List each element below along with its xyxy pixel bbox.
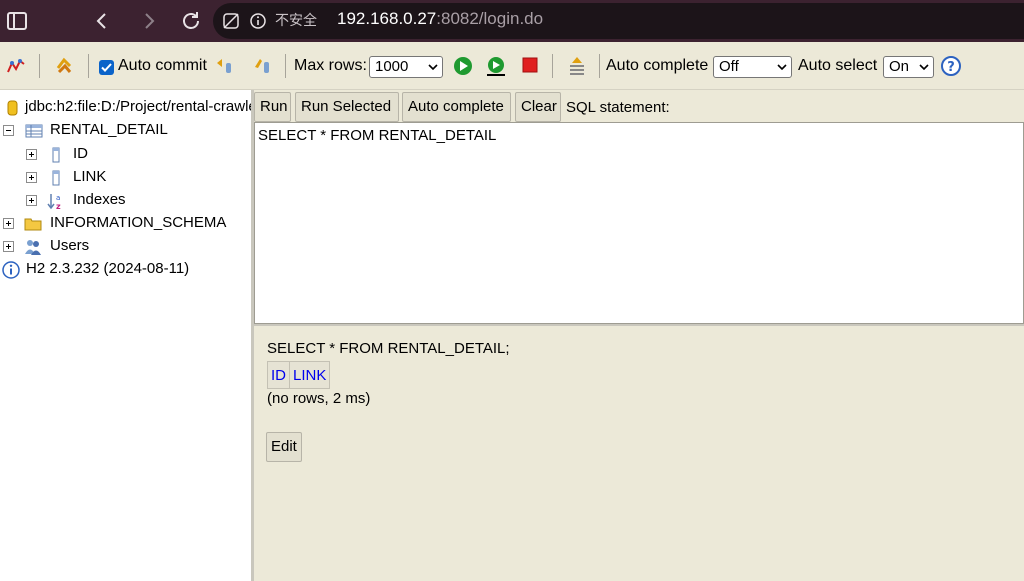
svg-text:?: ? [947, 60, 955, 75]
table-name: RENTAL_DETAIL [50, 121, 168, 138]
auto-commit-checkbox[interactable] [99, 60, 114, 75]
auto-select-label: Auto select [798, 57, 878, 74]
h2-toolbar: Auto commit Max rows: 1000 Auto complete… [0, 42, 1024, 90]
auto-complete-label: Auto complete [606, 57, 709, 74]
execute-selected-icon[interactable] [485, 55, 507, 77]
max-rows-select[interactable]: 1000 [369, 56, 443, 78]
folder-icon [24, 215, 42, 233]
browser-chrome: 不安全 192.168.0.27:8082/login.do [0, 0, 1024, 42]
table-icon [25, 122, 43, 140]
checkmark-icon [101, 63, 112, 72]
max-rows-value: 1000 [375, 58, 409, 75]
address-bar[interactable] [213, 3, 1024, 39]
url-host: 192.168.0.27 [337, 9, 437, 28]
tree-information-schema[interactable]: INFORMATION_SCHEMA [0, 212, 252, 234]
not-secure-icon[interactable] [222, 12, 240, 30]
svg-text:z: z [56, 202, 61, 210]
users-label: Users [50, 237, 90, 254]
tree-indexes[interactable]: az Indexes [0, 189, 252, 211]
users-icon [24, 238, 42, 256]
disconnect-icon[interactable] [5, 55, 27, 77]
url-text[interactable]: 192.168.0.27:8082/login.do [337, 9, 543, 29]
toolbar-separator [552, 54, 553, 78]
result-column-link[interactable]: LINK [288, 361, 331, 389]
tree-table-rental-detail[interactable]: RENTAL_DETAIL [0, 119, 252, 141]
sidebar-toggle-icon[interactable] [5, 9, 29, 33]
run-button[interactable]: Run [254, 92, 291, 122]
expand-icon[interactable] [3, 218, 14, 229]
expand-icon[interactable] [26, 149, 37, 160]
tree-column-link[interactable]: LINK [0, 166, 252, 188]
auto-complete-value: Off [719, 58, 739, 75]
tree-version: H2 2.3.232 (2024-08-11) [0, 258, 252, 280]
expand-icon[interactable] [26, 195, 37, 206]
column-icon [47, 146, 65, 164]
forward-icon[interactable] [137, 9, 161, 33]
collapse-icon[interactable] [3, 125, 14, 136]
result-column-id[interactable]: ID [267, 361, 290, 389]
edit-button[interactable]: Edit [266, 432, 302, 462]
tree-connection[interactable]: jdbc:h2:file:D:/Project/rental-crawler [0, 96, 252, 118]
database-icon [3, 99, 21, 117]
toolbar-separator [285, 54, 286, 78]
schema-name: INFORMATION_SCHEMA [50, 214, 227, 231]
help-icon[interactable]: ? [940, 55, 962, 77]
result-panel: SELECT * FROM RENTAL_DETAIL; ID LINK (no… [254, 326, 1024, 581]
chevron-down-icon [919, 64, 929, 71]
tree-column-id[interactable]: ID [0, 143, 252, 165]
tree-users[interactable]: Users [0, 235, 252, 257]
history-icon[interactable] [566, 55, 588, 77]
sql-statement-label: SQL statement: [566, 99, 670, 116]
auto-select-select[interactable]: On [883, 56, 934, 78]
column-icon [47, 169, 65, 187]
column-name: ID [73, 145, 88, 162]
commit-icon[interactable] [252, 55, 274, 77]
toolbar-separator [39, 54, 40, 78]
auto-complete-select[interactable]: Off [713, 56, 792, 78]
rollback-icon[interactable] [214, 55, 236, 77]
run-selected-button[interactable]: Run Selected [295, 92, 399, 122]
connection-url: jdbc:h2:file:D:/Project/rental-crawler [25, 98, 252, 115]
result-info: (no rows, 2 ms) [267, 390, 371, 407]
url-path: :8082/login.do [436, 9, 544, 28]
chevron-down-icon [777, 64, 787, 71]
expand-icon[interactable] [26, 172, 37, 183]
info-icon[interactable] [249, 12, 267, 30]
auto-select-value: On [889, 58, 910, 75]
result-query: SELECT * FROM RENTAL_DETAIL; [267, 340, 510, 357]
result-table: ID LINK [267, 361, 331, 389]
toolbar-separator [88, 54, 89, 78]
svg-text:a: a [56, 194, 60, 202]
refresh-icon[interactable] [53, 55, 75, 77]
info-icon [2, 261, 20, 279]
schema-tree: jdbc:h2:file:D:/Project/rental-crawler R… [0, 90, 252, 581]
toolbar-separator [599, 54, 600, 78]
execute-icon[interactable] [452, 55, 474, 77]
back-icon[interactable] [90, 9, 114, 33]
chevron-down-icon [428, 64, 438, 71]
security-label: 不安全 [275, 13, 317, 29]
sql-editor[interactable]: SELECT * FROM RENTAL_DETAIL [254, 122, 1024, 324]
expand-icon[interactable] [3, 241, 14, 252]
indexes-label: Indexes [73, 191, 126, 208]
auto-commit-label: Auto commit [118, 57, 207, 74]
clear-button[interactable]: Clear [515, 92, 561, 122]
index-sort-icon: az [47, 192, 65, 210]
max-rows-label: Max rows: [294, 57, 367, 74]
version-label: H2 2.3.232 (2024-08-11) [26, 260, 190, 277]
auto-complete-button[interactable]: Auto complete [402, 92, 511, 122]
column-name: LINK [73, 168, 107, 185]
reload-icon[interactable] [179, 9, 203, 33]
stop-icon[interactable] [519, 55, 541, 77]
query-pane: Run Run Selected Auto complete Clear SQL… [254, 90, 1024, 581]
